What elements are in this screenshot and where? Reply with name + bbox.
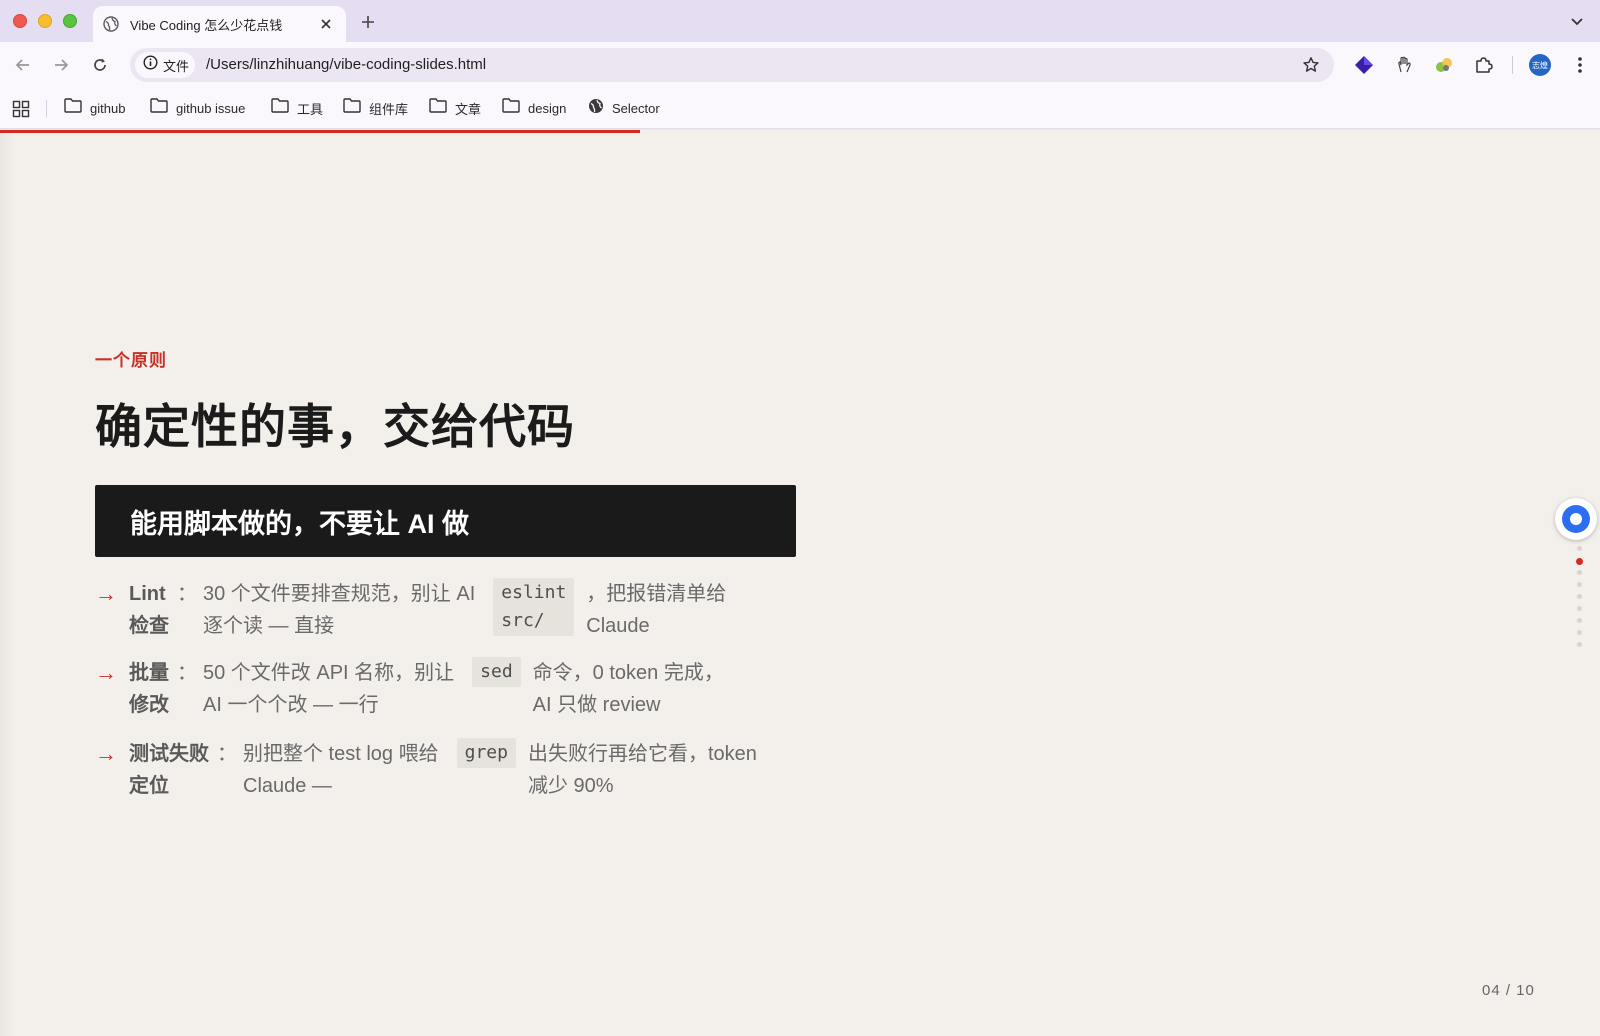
bullet-colon: ： xyxy=(177,583,197,605)
reload-icon[interactable] xyxy=(86,51,114,79)
slide-nav-dot[interactable] xyxy=(1577,606,1582,611)
bullet-label: 测试失败 定位 xyxy=(129,743,209,797)
toolbar-separator xyxy=(1512,56,1513,74)
bullet-text-after: ，把报错清单给 Claude xyxy=(586,583,727,637)
extension-hand-icon[interactable] xyxy=(1392,53,1416,77)
arrow-right-icon: → xyxy=(95,581,117,606)
bookmark-label: github xyxy=(90,100,126,116)
bookmark-label: Selector xyxy=(612,100,660,116)
bullet-item: → 测试失败 定位 ： 别把整个 test log 喂给 Claude — grep… xyxy=(95,738,805,802)
tab-strip: Vibe Coding 怎么少花点钱 xyxy=(0,0,1600,42)
bullet-item: → 批量 修改 ： 50 个文件改 API 名称，别让 AI 一个个改 — 一行 s… xyxy=(95,657,805,721)
bookmark-folder-github-issue[interactable]: github issue xyxy=(150,97,245,119)
bookmark-folder-design[interactable]: design xyxy=(502,97,566,119)
minimize-window-button[interactable] xyxy=(38,14,52,28)
forward-arrow-icon[interactable] xyxy=(47,51,75,79)
plus-icon[interactable] xyxy=(356,10,380,34)
slide-nav-dot[interactable] xyxy=(1576,558,1583,565)
bullet-label: Lint 检查 xyxy=(129,583,169,637)
arrow-right-icon: → xyxy=(95,741,117,766)
bookmark-label: 组件库 xyxy=(369,101,409,117)
bullet-text: 50 个文件改 API 名称，别让 AI 一个个改 — 一行 xyxy=(203,662,455,716)
folder-icon xyxy=(150,98,168,118)
slide-nav-dot[interactable] xyxy=(1577,642,1582,647)
slide-eyebrow: 一个原则 xyxy=(95,351,167,370)
slide-nav-dot[interactable] xyxy=(1577,582,1582,587)
close-window-button[interactable] xyxy=(13,14,27,28)
url-text[interactable]: /Users/linzhihuang/vibe-coding-slides.ht… xyxy=(206,56,486,73)
slide-nav-dot[interactable] xyxy=(1577,570,1582,575)
assistant-icon xyxy=(1562,505,1590,533)
extensions-puzzle-icon[interactable] xyxy=(1472,53,1496,77)
bookmark-folder-articles[interactable]: 文章 xyxy=(429,97,481,119)
globe-icon xyxy=(103,16,119,32)
bullet-text-after: 命令，0 token 完成， AI 只做 review xyxy=(532,662,724,716)
bullet-item: → Lint 检查 ： 30 个文件要排查规范，别让 AI 逐个读 — 直接 esl… xyxy=(95,578,805,642)
bookmark-folder-github[interactable]: github xyxy=(64,97,125,119)
bookmark-label: design xyxy=(528,100,567,116)
slide-progress-bar xyxy=(0,130,640,133)
slide-page: 一个原则 确定性的事，交给代码 能用脚本做的，不要让 AI 做 → Lint 检查… xyxy=(0,130,1600,1036)
bookmark-selector[interactable]: Selector xyxy=(588,97,660,119)
bullet-text-after: 出失败行再给它看，token 减少 90% xyxy=(527,743,757,797)
page-indicator: 04 / 10 xyxy=(1482,982,1535,999)
extension-puzzle-green-icon[interactable] xyxy=(1432,53,1456,77)
bookmark-label: 文章 xyxy=(455,101,482,117)
bookmark-star-icon[interactable] xyxy=(1300,54,1322,76)
globe-icon xyxy=(588,98,604,119)
code-snippet: eslint src/ xyxy=(493,578,575,636)
slide-nav-dot[interactable] xyxy=(1577,630,1582,635)
info-icon xyxy=(143,55,158,75)
arrow-right-icon: → xyxy=(95,660,117,685)
folder-icon xyxy=(502,98,520,118)
folder-icon xyxy=(429,98,447,118)
slide-nav-dot[interactable] xyxy=(1577,594,1582,599)
folder-icon xyxy=(343,98,361,118)
principle-banner: 能用脚本做的，不要让 AI 做 xyxy=(95,485,796,557)
back-arrow-icon[interactable] xyxy=(9,51,37,79)
bookmark-label: 工具 xyxy=(297,101,324,117)
tab-title: Vibe Coding 怎么少花点钱 xyxy=(130,17,283,33)
bullet-text: 别把整个 test log 喂给 Claude — xyxy=(243,743,439,797)
floating-assistant-button[interactable] xyxy=(1555,498,1597,540)
slide-title: 确定性的事，交给代码 xyxy=(95,400,575,453)
bookmark-folder-components[interactable]: 组件库 xyxy=(343,97,408,119)
page-edge-shadow xyxy=(0,130,16,1036)
bookmark-folder-tools[interactable]: 工具 xyxy=(271,97,323,119)
bookmark-label: github issue xyxy=(176,100,246,116)
extension-diamond-icon[interactable] xyxy=(1352,53,1376,77)
site-info-chip[interactable]: 文件 xyxy=(135,52,195,78)
bullet-text: 30 个文件要排查规范，别让 AI 逐个读 — 直接 xyxy=(203,583,476,637)
apps-grid-icon[interactable] xyxy=(12,100,30,118)
bullet-colon: ： xyxy=(217,743,237,765)
bullet-label: 批量 修改 xyxy=(129,662,169,716)
maximize-window-button[interactable] xyxy=(63,14,77,28)
bookmarks-bar: github github issue 工具 组件库 文章 design Sel… xyxy=(0,88,1600,129)
browser-toolbar: 文件 /Users/linzhihuang/vibe-coding-slides… xyxy=(0,42,1600,88)
kebab-menu-icon[interactable] xyxy=(1568,53,1592,77)
slide-nav-dot[interactable] xyxy=(1577,546,1582,551)
folder-icon xyxy=(64,98,82,118)
bookmarks-separator xyxy=(46,100,47,117)
close-icon[interactable] xyxy=(316,14,336,34)
site-chip-label: 文件 xyxy=(163,58,190,74)
code-snippet: sed xyxy=(472,657,521,687)
profile-avatar[interactable]: 志煌 xyxy=(1529,54,1551,76)
active-tab[interactable]: Vibe Coding 怎么少花点钱 xyxy=(93,6,346,42)
address-bar[interactable]: 文件 /Users/linzhihuang/vibe-coding-slides… xyxy=(130,48,1334,82)
code-snippet: grep xyxy=(456,738,516,768)
folder-icon xyxy=(271,98,289,118)
bullet-colon: ： xyxy=(177,662,197,684)
chevron-down-icon[interactable] xyxy=(1565,10,1589,34)
slide-nav-dot[interactable] xyxy=(1577,618,1582,623)
